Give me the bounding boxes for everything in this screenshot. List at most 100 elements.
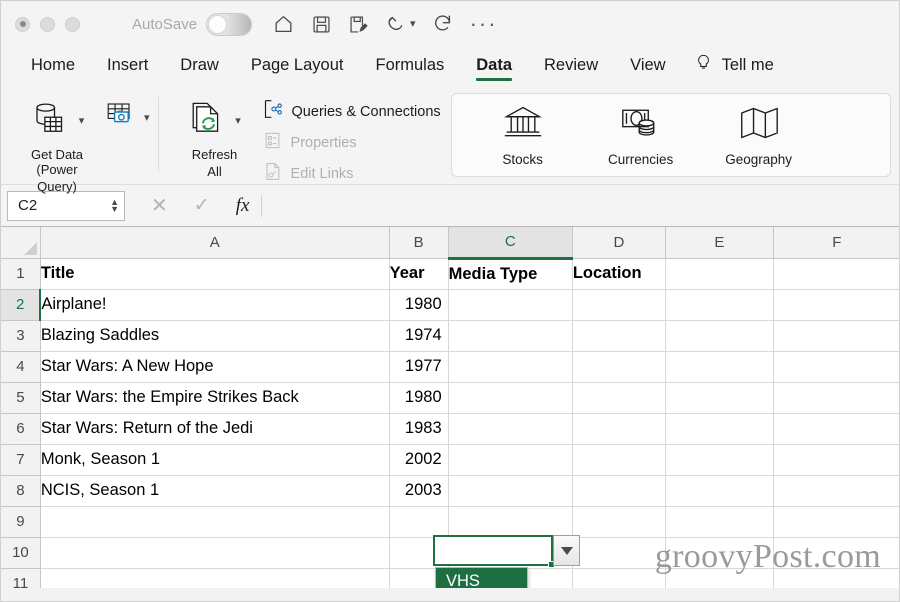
cell-a8[interactable]: NCIS, Season 1 [40, 475, 390, 507]
chevron-down-icon[interactable]: ▾ [235, 115, 241, 127]
row-header-2[interactable]: 2 [1, 289, 42, 321]
cell-b5[interactable]: 1980 [389, 382, 449, 414]
column-header-d[interactable]: D [572, 227, 667, 259]
cell-e1[interactable] [665, 258, 774, 290]
cell-e9[interactable] [665, 506, 774, 538]
cell-a3[interactable]: Blazing Saddles [40, 320, 390, 352]
tab-page-layout[interactable]: Page Layout [235, 52, 360, 83]
redo-icon[interactable] [432, 13, 454, 35]
refresh-all-button[interactable]: ▾ Refresh All [167, 93, 263, 179]
home-icon[interactable] [272, 13, 295, 35]
cell-b1[interactable]: Year [389, 258, 449, 290]
column-header-f[interactable]: F [773, 227, 899, 259]
undo-icon[interactable]: ▾ [385, 13, 416, 35]
autosave-control[interactable]: AutoSave [132, 12, 253, 36]
cell-b6[interactable]: 1983 [389, 413, 449, 445]
edit-links-button[interactable]: Edit Links [263, 162, 441, 186]
cell-c3[interactable] [448, 320, 573, 352]
chevron-down-icon[interactable]: ▼ [110, 205, 119, 214]
cell-c7[interactable] [448, 444, 573, 476]
cell-d4[interactable] [572, 351, 667, 383]
cell-b7[interactable]: 2002 [389, 444, 449, 476]
cell-c8[interactable] [448, 475, 573, 507]
cell-f9[interactable] [773, 506, 899, 538]
close-window-button[interactable] [15, 16, 30, 32]
cell-e2[interactable] [665, 289, 774, 321]
row-header-4[interactable]: 4 [1, 351, 41, 383]
cell-a9[interactable] [40, 506, 390, 538]
column-header-c[interactable]: C [448, 227, 573, 260]
cell-d6[interactable] [572, 413, 667, 445]
queries-and-connections-button[interactable]: Queries & Connections [263, 99, 441, 124]
cell-f6[interactable] [773, 413, 899, 445]
cell-f8[interactable] [773, 475, 899, 507]
tell-me-button[interactable]: Tell me [682, 48, 790, 86]
properties-button[interactable]: Properties [263, 131, 441, 155]
cell-f2[interactable] [773, 289, 899, 321]
tab-home[interactable]: Home [15, 52, 91, 83]
cell-d7[interactable] [572, 444, 667, 476]
tab-view[interactable]: View [614, 52, 681, 83]
more-options-icon[interactable]: ··· [470, 12, 498, 34]
row-header-5[interactable]: 5 [1, 382, 41, 414]
cell-d11[interactable] [572, 568, 667, 588]
cell-b3[interactable]: 1974 [389, 320, 449, 352]
column-header-a[interactable]: A [40, 227, 390, 259]
cell-c2[interactable] [448, 289, 573, 321]
cell-e4[interactable] [665, 351, 774, 383]
dropdown-option-vhs[interactable]: VHS [436, 568, 527, 588]
get-data-button[interactable]: ▾ Get Data (Power Query) [9, 93, 105, 194]
cell-a11[interactable] [40, 568, 390, 588]
cell-f7[interactable] [773, 444, 899, 476]
cell-c4[interactable] [448, 351, 573, 383]
cell-d10[interactable] [572, 537, 667, 569]
minimize-window-button[interactable] [40, 16, 55, 32]
cell-b9[interactable] [389, 506, 449, 538]
insert-function-icon[interactable]: fx [236, 195, 250, 217]
row-header-7[interactable]: 7 [1, 444, 41, 476]
autosave-toggle[interactable] [206, 12, 253, 36]
cell-b4[interactable]: 1977 [389, 351, 449, 383]
cell-a10[interactable] [40, 537, 390, 569]
selected-cell-c2[interactable] [433, 535, 555, 568]
cell-e7[interactable] [665, 444, 774, 476]
cell-a6[interactable]: Star Wars: Return of the Jedi [40, 413, 390, 445]
cell-d8[interactable] [572, 475, 667, 507]
tab-review[interactable]: Review [528, 52, 614, 83]
cell-f4[interactable] [773, 351, 899, 383]
save-icon[interactable] [311, 14, 332, 35]
tab-formulas[interactable]: Formulas [359, 52, 460, 83]
stocks-button[interactable]: Stocks [464, 103, 582, 167]
row-header-9[interactable]: 9 [1, 506, 41, 538]
cell-c5[interactable] [448, 382, 573, 414]
row-header-6[interactable]: 6 [1, 413, 41, 445]
tab-draw[interactable]: Draw [164, 52, 235, 83]
cell-a4[interactable]: Star Wars: A New Hope [40, 351, 390, 383]
cell-f3[interactable] [773, 320, 899, 352]
row-header-8[interactable]: 8 [1, 475, 41, 507]
cell-e6[interactable] [665, 413, 774, 445]
cell-d5[interactable] [572, 382, 667, 414]
data-validation-dropdown-button[interactable] [553, 535, 580, 566]
row-header-11[interactable]: 11 [1, 568, 41, 588]
cell-a1[interactable]: Title [40, 258, 390, 290]
select-all-corner[interactable] [1, 227, 41, 259]
cell-e5[interactable] [665, 382, 774, 414]
cell-c9[interactable] [448, 506, 573, 538]
row-header-3[interactable]: 3 [1, 320, 41, 352]
chevron-down-icon[interactable]: ▾ [79, 115, 85, 127]
row-header-10[interactable]: 10 [1, 537, 41, 569]
cell-f1[interactable] [773, 258, 899, 290]
row-header-1[interactable]: 1 [1, 258, 41, 290]
column-header-b[interactable]: B [389, 227, 449, 259]
cell-e3[interactable] [665, 320, 774, 352]
cell-a5[interactable]: Star Wars: the Empire Strikes Back [40, 382, 390, 414]
data-from-picture-button[interactable]: ▾ [105, 93, 150, 136]
tab-data[interactable]: Data [460, 52, 528, 83]
currencies-button[interactable]: Currencies [582, 103, 700, 167]
column-header-e[interactable]: E [665, 227, 774, 259]
data-validation-dropdown-list[interactable]: VHS DVD Blu-ray iTunes Vudu [435, 567, 528, 588]
tab-insert[interactable]: Insert [91, 52, 164, 83]
cell-a2[interactable]: Airplane! [40, 289, 390, 321]
cancel-formula-icon[interactable]: ✕ [151, 193, 168, 218]
